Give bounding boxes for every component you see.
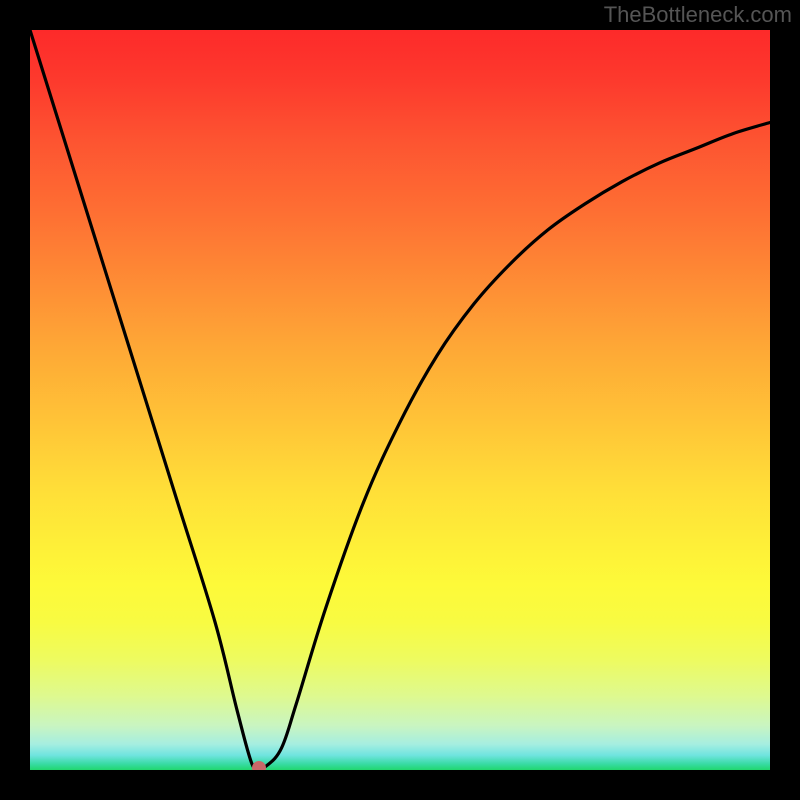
chart-frame: TheBottleneck.com: [0, 0, 800, 800]
watermark-text: TheBottleneck.com: [604, 2, 792, 28]
optimal-point-marker: [252, 761, 266, 770]
plot-area: [30, 30, 770, 770]
curve-svg: [30, 30, 770, 770]
bottleneck-curve-line: [30, 30, 770, 769]
